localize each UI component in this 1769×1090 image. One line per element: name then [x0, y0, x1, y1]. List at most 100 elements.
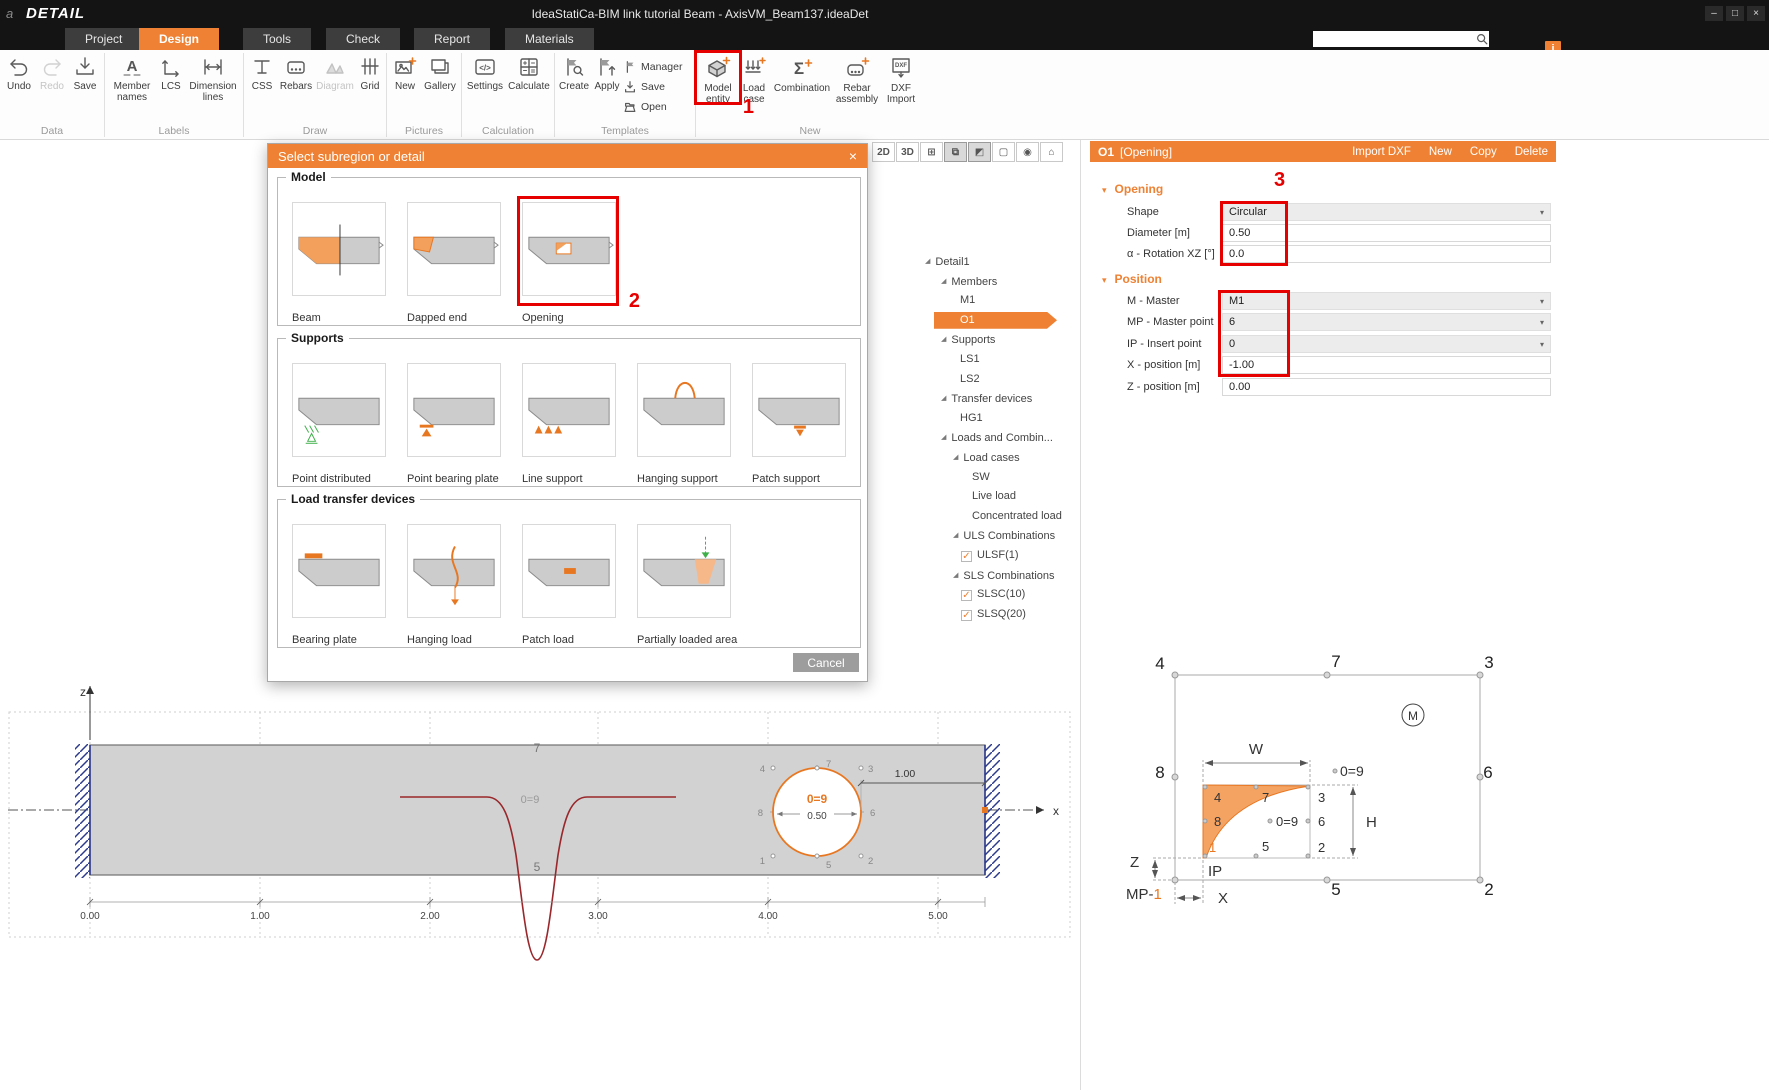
expander-icon[interactable]: ◢	[925, 258, 930, 265]
tree-item-detail1[interactable]: ◢Detail1	[920, 252, 1082, 272]
member-names-button[interactable]: A Member names	[107, 52, 157, 103]
template-line-support[interactable]: Line support	[522, 363, 616, 485]
view-3d-button[interactable]: 3D	[896, 142, 919, 162]
tree-item-sls-combinations[interactable]: ◢SLS Combinations	[920, 566, 1082, 586]
rebar-assembly-button[interactable]: Rebar assembly	[834, 52, 880, 105]
tree-item-concentrated-load[interactable]: Concentrated load	[920, 507, 1082, 527]
template-manager-button[interactable]: Manager	[623, 57, 693, 77]
tree-item-slsq20[interactable]: ✓SLSQ(20)	[920, 605, 1082, 625]
x-position-input[interactable]: -1.00	[1222, 356, 1551, 374]
dxf-import-button[interactable]: DXF DXF Import	[880, 52, 922, 105]
view-solid-button[interactable]: ◩	[968, 142, 991, 162]
save-button[interactable]: Save	[68, 52, 102, 92]
tree-item-supports[interactable]: ◢Supports	[920, 330, 1082, 350]
checkbox-checked-icon[interactable]: ✓	[961, 590, 972, 601]
copy-button[interactable]: Copy	[1470, 146, 1497, 158]
tab-design[interactable]: Design	[139, 28, 219, 50]
diameter-input[interactable]: 0.50	[1222, 224, 1551, 242]
template-open-button[interactable]: Open	[623, 97, 693, 117]
shape-dropdown[interactable]: Circular▾	[1222, 203, 1551, 221]
tree-item-ls2[interactable]: LS2	[920, 370, 1082, 390]
dialog-title-bar[interactable]: Select subregion or detail ×	[268, 144, 867, 168]
tab-project[interactable]: Project	[65, 28, 142, 50]
tree-item-o1-selected[interactable]: O1	[920, 311, 1082, 331]
template-partially-loaded-area[interactable]: Partially loaded area	[637, 524, 731, 646]
rebars-button[interactable]: Rebars	[278, 52, 314, 92]
dimension-lines-button[interactable]: Dimension lines	[185, 52, 241, 103]
tree-item-members[interactable]: ◢Members	[920, 272, 1082, 292]
tree-item-m1[interactable]: M1	[920, 291, 1082, 311]
cancel-button[interactable]: Cancel	[793, 653, 859, 672]
minimize-button[interactable]: –	[1705, 6, 1723, 21]
z-position-input[interactable]: 0.00	[1222, 378, 1551, 396]
tree-item-sw[interactable]: SW	[920, 468, 1082, 488]
maximize-button[interactable]: □	[1726, 6, 1744, 21]
view-layers-button[interactable]: ⧉	[944, 142, 967, 162]
template-dapped-end[interactable]: Dapped end	[407, 202, 501, 324]
view-wireframe-button[interactable]: ▢	[992, 142, 1015, 162]
expander-icon[interactable]: ◢	[953, 532, 958, 539]
template-bearing-plate[interactable]: Bearing plate	[292, 524, 386, 646]
tree-item-transfer-devices[interactable]: ◢Transfer devices	[920, 389, 1082, 409]
master-dropdown[interactable]: M1▾	[1222, 292, 1551, 310]
template-point-distributed[interactable]: Point distributed	[292, 363, 386, 485]
view-target-button[interactable]: ◉	[1016, 142, 1039, 162]
insert-point-dropdown[interactable]: 0▾	[1222, 335, 1551, 353]
tree-item-load-cases[interactable]: ◢Load cases	[920, 448, 1082, 468]
search-input[interactable]	[1313, 32, 1475, 46]
close-button[interactable]: ×	[1747, 6, 1765, 21]
tree-item-slsc10[interactable]: ✓SLSC(10)	[920, 585, 1082, 605]
master-point-dropdown[interactable]: 6▾	[1222, 313, 1551, 331]
template-save-button[interactable]: Save	[623, 77, 693, 97]
template-patch-support[interactable]: Patch support	[752, 363, 846, 485]
tree-item-loads-and-combinations[interactable]: ◢Loads and Combin...	[920, 428, 1082, 448]
section-opening[interactable]: ▾Opening	[1102, 182, 1163, 196]
picture-new-button[interactable]: New	[389, 52, 421, 92]
tab-tools[interactable]: Tools	[243, 28, 311, 50]
tree-item-ulsf1[interactable]: ✓ULSF(1)	[920, 546, 1082, 566]
import-dxf-button[interactable]: Import DXF	[1352, 146, 1411, 158]
template-apply-button[interactable]: Apply	[591, 52, 623, 92]
model-entity-button[interactable]: Model entity 1	[698, 52, 738, 105]
new-button[interactable]: New	[1429, 146, 1452, 158]
undo-button[interactable]: Undo	[2, 52, 36, 92]
css-button[interactable]: CSS	[246, 52, 278, 92]
expander-icon[interactable]: ◢	[941, 395, 946, 402]
view-home-button[interactable]: ⌂	[1040, 142, 1063, 162]
template-patch-load[interactable]: Patch load	[522, 524, 616, 646]
template-create-button[interactable]: Create	[557, 52, 591, 92]
template-hanging-load[interactable]: Hanging load	[407, 524, 501, 646]
checkbox-checked-icon[interactable]: ✓	[961, 610, 972, 621]
view-2d-button[interactable]: 2D	[872, 142, 895, 162]
expander-icon[interactable]: ◢	[953, 572, 958, 579]
template-point-bearing-plate[interactable]: Point bearing plate	[407, 363, 501, 485]
combination-button[interactable]: Σ Combination	[770, 52, 834, 94]
expander-icon[interactable]: ◢	[941, 434, 946, 441]
calculate-button[interactable]: Calculate	[506, 52, 552, 92]
gallery-button[interactable]: Gallery	[421, 52, 459, 92]
tree-item-live-load[interactable]: Live load	[920, 487, 1082, 507]
grid-button[interactable]: Grid	[356, 52, 384, 92]
tree-item-ls1[interactable]: LS1	[920, 350, 1082, 370]
tree-item-uls-combinations[interactable]: ◢ULS Combinations	[920, 526, 1082, 546]
tree-item-hg1[interactable]: HG1	[920, 409, 1082, 429]
expander-icon[interactable]: ◢	[953, 454, 958, 461]
settings-button[interactable]: </> Settings	[464, 52, 506, 92]
view-grid-numbers-button[interactable]: ⊞	[920, 142, 943, 162]
expander-icon[interactable]: ◢	[941, 278, 946, 285]
delete-button[interactable]: Delete	[1515, 146, 1548, 158]
template-beam[interactable]: Beam	[292, 202, 386, 324]
tab-materials[interactable]: Materials	[505, 28, 594, 50]
section-position[interactable]: ▾Position	[1102, 272, 1162, 286]
dialog-close-icon[interactable]: ×	[849, 148, 857, 164]
expander-icon[interactable]: ◢	[941, 336, 946, 343]
template-opening[interactable]: Opening 2	[522, 202, 616, 324]
rotation-input[interactable]: 0.0	[1222, 245, 1551, 263]
model-canvas[interactable]: z x 7 0=9 5 0=9 0.50	[0, 640, 1080, 1090]
tab-report[interactable]: Report	[414, 28, 490, 50]
detail-preview-canvas[interactable]: 4 7 3 8 6 5 2 M 4 7 3 8 0=9 6 1 5 2	[1090, 640, 1769, 1090]
tab-check[interactable]: Check	[326, 28, 400, 50]
template-hanging-support[interactable]: Hanging support	[637, 363, 731, 485]
lcs-button[interactable]: LCS	[157, 52, 185, 92]
checkbox-checked-icon[interactable]: ✓	[961, 551, 972, 562]
